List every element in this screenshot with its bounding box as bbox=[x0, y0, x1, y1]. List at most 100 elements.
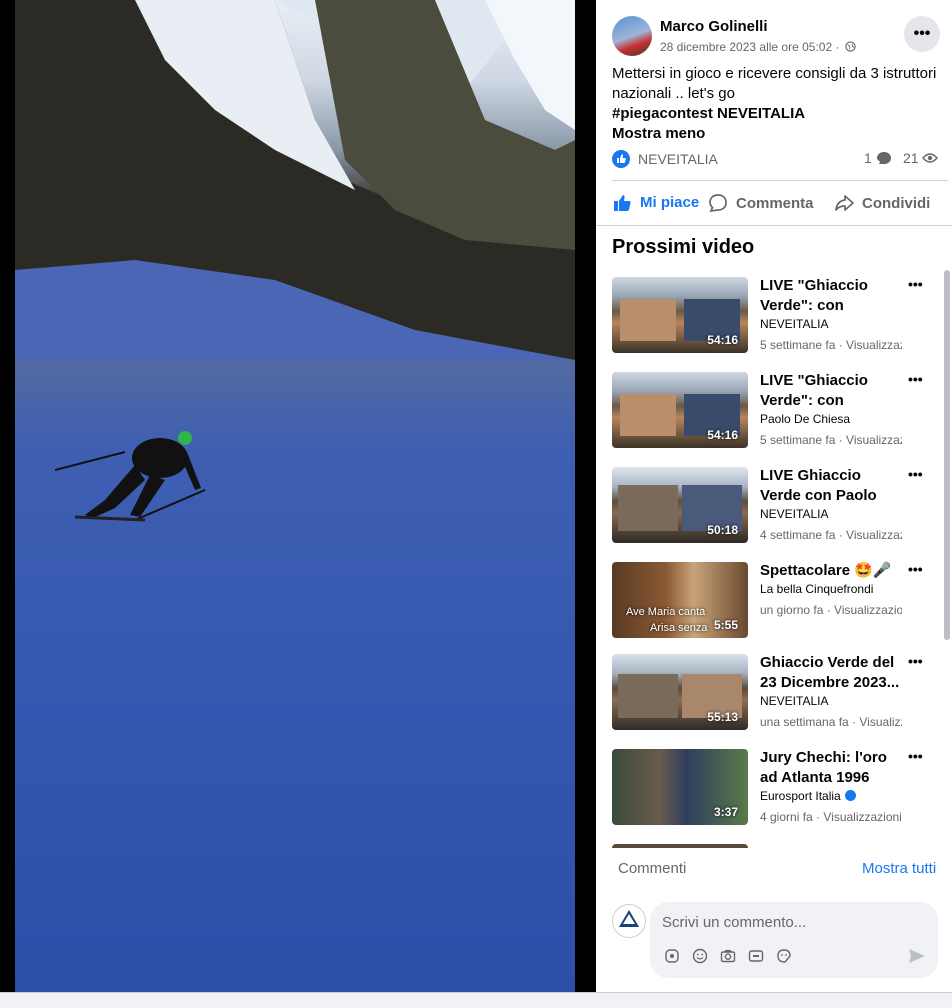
video-duration: 54:16 bbox=[707, 428, 738, 442]
like-label: Mi piace bbox=[640, 194, 700, 211]
video-options-icon[interactable]: ••• bbox=[908, 561, 923, 577]
video-thumbnail[interactable]: 54:16 bbox=[612, 372, 748, 448]
reaction-page-name[interactable]: NEVEITALIA bbox=[638, 151, 718, 167]
video-item[interactable]: Ave Maria canta Arisa senza 5:55 Spettac… bbox=[612, 561, 932, 639]
video-duration: 3:37 bbox=[713, 805, 738, 819]
video-channel[interactable]: Eurosport Italia bbox=[760, 789, 856, 803]
video-thumbnail[interactable]: 3:37 bbox=[612, 749, 748, 825]
video-channel[interactable]: Paolo De Chiesa bbox=[760, 412, 850, 426]
video-thumbnail[interactable]: Ave Maria canta Arisa senza 5:55 bbox=[612, 562, 748, 638]
video-channel[interactable]: NEVEITALIA bbox=[760, 317, 828, 331]
video-channel[interactable]: NEVEITALIA bbox=[760, 694, 828, 708]
comments-header: Commenti Mostra tutti bbox=[596, 848, 952, 888]
video-meta: 4 giorni fa · Visualizzazioni bbox=[760, 810, 902, 824]
gif-icon[interactable] bbox=[746, 946, 766, 966]
eye-icon bbox=[922, 153, 939, 163]
video-item[interactable]: 55:13 Ghiaccio Verde del 23 Dicembre 202… bbox=[612, 653, 932, 731]
post-side-panel: Marco Golinelli 28 dicembre 2023 alle or… bbox=[596, 0, 952, 992]
page-avatar[interactable] bbox=[612, 904, 646, 938]
video-title[interactable]: LIVE Ghiaccio Verde con Paolo De... bbox=[760, 466, 900, 506]
video-item[interactable]: 50:18 LIVE Ghiaccio Verde con Paolo De..… bbox=[612, 466, 932, 544]
view-count[interactable]: 21 bbox=[903, 150, 939, 166]
video-meta: 4 settimane fa · Visualizzazioni bbox=[760, 528, 902, 542]
thumbnail-overlay-text: Arisa senza bbox=[650, 622, 708, 634]
video-duration: 55:13 bbox=[707, 710, 738, 724]
globe-icon bbox=[845, 41, 856, 52]
video-title[interactable]: LIVE "Ghiaccio Verde": con Paolo... bbox=[760, 276, 900, 316]
comments-label: Commenti bbox=[618, 860, 687, 877]
camera-icon[interactable] bbox=[718, 946, 738, 966]
comment-count[interactable]: 1 bbox=[864, 150, 892, 166]
author-avatar[interactable] bbox=[612, 16, 652, 56]
post-actions: Mi piace Commenta Condividi bbox=[612, 186, 942, 220]
video-title[interactable]: Spettacolare 🤩🎤 bbox=[760, 561, 900, 581]
verified-badge-icon bbox=[844, 790, 856, 801]
video-item[interactable]: 3:37 Jury Chechi: l'oro ad Atlanta 1996 … bbox=[612, 748, 932, 826]
post-header: Marco Golinelli 28 dicembre 2023 alle or… bbox=[612, 16, 942, 60]
video-channel[interactable]: NEVEITALIA bbox=[760, 507, 828, 521]
video-meta: 5 settimane fa · Visualizzazioni bbox=[760, 433, 902, 447]
scrollbar[interactable] bbox=[944, 270, 950, 640]
window-bottom-edge bbox=[0, 992, 952, 1008]
video-title[interactable]: LIVE "Ghiaccio Verde": con Paolo... bbox=[760, 371, 900, 411]
comment-button[interactable]: Commenta bbox=[708, 186, 814, 220]
comment-composer: Scrivi un commento... bbox=[612, 900, 942, 980]
comment-bubble-icon bbox=[876, 152, 891, 164]
share-button[interactable]: Condividi bbox=[834, 186, 930, 220]
skier-figure bbox=[55, 431, 206, 522]
hashtag-link[interactable]: #piegacontest NEVEITALIA bbox=[612, 104, 942, 124]
view-count-value: 21 bbox=[903, 150, 919, 166]
video-frame[interactable] bbox=[15, 0, 575, 992]
like-button[interactable]: Mi piace bbox=[612, 186, 700, 220]
video-title[interactable]: Ghiaccio Verde del 23 Dicembre 2023... bbox=[760, 653, 900, 693]
video-options-icon[interactable]: ••• bbox=[908, 748, 923, 764]
video-options-icon[interactable]: ••• bbox=[908, 653, 923, 669]
video-options-icon[interactable]: ••• bbox=[908, 276, 923, 292]
mountain-scenery bbox=[15, 0, 575, 360]
post-date-text: 28 dicembre 2023 alle ore 05:02 · bbox=[660, 40, 840, 54]
video-channel-name: Eurosport Italia bbox=[760, 789, 841, 803]
thumbnail-overlay-text: Ave Maria canta bbox=[626, 606, 706, 618]
video-duration: 5:55 bbox=[713, 618, 738, 632]
post-text-line: nazionali .. let's go bbox=[612, 85, 735, 102]
comment-placeholder: Scrivi un commento... bbox=[662, 914, 807, 931]
post-date[interactable]: 28 dicembre 2023 alle ore 05:02 · bbox=[660, 40, 856, 54]
post-options-button[interactable]: ••• bbox=[904, 16, 940, 52]
video-options-icon[interactable]: ••• bbox=[908, 371, 923, 387]
share-icon bbox=[835, 195, 854, 211]
send-icon[interactable] bbox=[908, 948, 926, 969]
sticker-avatar-icon[interactable] bbox=[662, 946, 682, 966]
video-meta: un giorno fa · Visualizzazioni bbox=[760, 603, 902, 617]
video-duration: 54:16 bbox=[707, 333, 738, 347]
thumbs-up-icon bbox=[614, 195, 631, 211]
next-videos-title: Prossimi video bbox=[612, 236, 755, 258]
comment-input[interactable]: Scrivi un commento... bbox=[650, 902, 938, 978]
show-all-comments-link[interactable]: Mostra tutti bbox=[862, 860, 936, 877]
video-channel[interactable]: La bella Cinquefrondi bbox=[760, 582, 873, 596]
video-meta: una settimana fa · Visualizzazioni bbox=[760, 715, 902, 729]
like-reaction-icon[interactable] bbox=[612, 150, 630, 168]
video-thumbnail[interactable]: 54:16 bbox=[612, 277, 748, 353]
emoji-icon[interactable] bbox=[690, 946, 710, 966]
video-duration: 50:18 bbox=[707, 523, 738, 537]
video-thumbnail[interactable]: 50:18 bbox=[612, 467, 748, 543]
post-text-line: Mettersi in gioco e ricevere consigli da… bbox=[612, 65, 937, 82]
reactions-summary: NEVEITALIA 1 21 bbox=[612, 148, 942, 170]
video-item[interactable]: 54:16 LIVE "Ghiaccio Verde": con Paolo..… bbox=[612, 276, 932, 354]
video-item[interactable]: 54:16 LIVE "Ghiaccio Verde": con Paolo..… bbox=[612, 371, 932, 449]
author-name[interactable]: Marco Golinelli bbox=[660, 18, 768, 35]
comment-icon bbox=[709, 194, 727, 213]
sticker-icon[interactable] bbox=[774, 946, 794, 966]
comment-label: Commenta bbox=[736, 194, 814, 212]
show-less-link[interactable]: Mostra meno bbox=[612, 124, 942, 144]
divider bbox=[596, 225, 952, 226]
video-options-icon[interactable]: ••• bbox=[908, 466, 923, 482]
divider bbox=[612, 180, 948, 181]
comment-tools bbox=[662, 946, 794, 966]
more-dots-icon: ••• bbox=[913, 25, 931, 42]
video-thumbnail[interactable]: 55:13 bbox=[612, 654, 748, 730]
video-meta: 5 settimane fa · Visualizzazioni bbox=[760, 338, 902, 352]
share-label: Condividi bbox=[862, 194, 931, 212]
video-player[interactable] bbox=[0, 0, 596, 992]
video-title[interactable]: Jury Chechi: l'oro ad Atlanta 1996 bbox=[760, 748, 900, 788]
